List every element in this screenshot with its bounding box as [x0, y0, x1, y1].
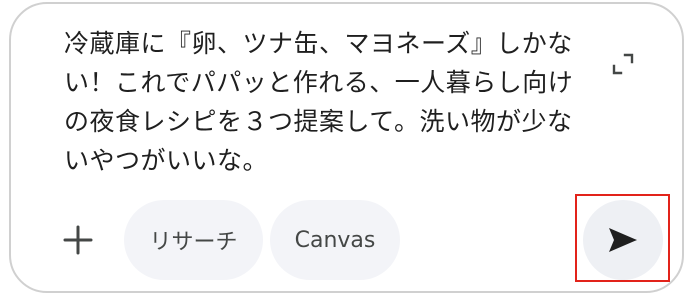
- prompt-input[interactable]: 冷蔵庫に『卵、ツナ缶、マヨネーズ』しかない！これでパパッと作れる、一人暮らし向け…: [64, 24, 574, 180]
- add-button[interactable]: [54, 216, 102, 264]
- expand-icon[interactable]: [611, 52, 635, 76]
- canvas-chip[interactable]: Canvas: [270, 200, 400, 280]
- canvas-chip-label: Canvas: [294, 227, 376, 253]
- send-arrow-icon: [609, 228, 637, 252]
- research-chip[interactable]: リサーチ: [124, 200, 263, 280]
- plus-icon: [63, 225, 93, 255]
- research-chip-label: リサーチ: [149, 230, 238, 255]
- send-button[interactable]: [583, 200, 663, 280]
